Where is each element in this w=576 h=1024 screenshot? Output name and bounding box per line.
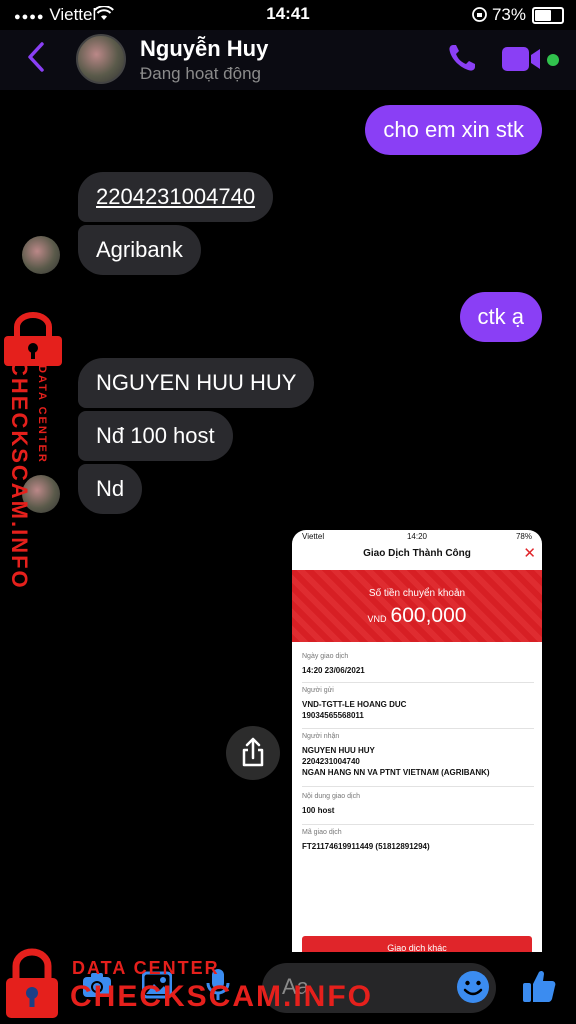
receipt-battery: 78% (515, 532, 532, 541)
battery-percent: 73% (491, 5, 526, 24)
message-bubble-received[interactable]: 2204231004740 (78, 172, 274, 222)
field-label: Mã giao dịch (302, 829, 342, 836)
watermark-vertical-text: CHECKSCAM.INFO (8, 360, 30, 590)
receipt-field: Mã giao dịch FT21174619911449 (518128912… (302, 828, 534, 858)
field-label: Ngày giao dịch (302, 653, 349, 660)
new-transaction-button: Giao dịch khác (302, 936, 532, 952)
watermark-sub-text: DATA CENTER (36, 365, 48, 464)
emoji-icon[interactable] (456, 970, 490, 1004)
receipt-field: Người nhận NGUYEN HUU HUY 2204231004740 … (302, 732, 534, 787)
message-bubble-received[interactable]: Nd (78, 464, 143, 514)
online-indicator (547, 54, 559, 66)
message-bubble-received[interactable]: Agribank (78, 225, 201, 275)
battery-icon (532, 7, 564, 24)
receipt-field: Người gửi VND-TGTT-LE HOANG DUC 19034565… (302, 686, 534, 729)
amount-banner: Số tiền chuyển khoản VND 600,000 (292, 570, 542, 642)
field-value: 2204231004740 (302, 757, 360, 766)
watermark-main-text: CHECKSCAM.INFO (8, 360, 30, 590)
receipt-field: Nội dung giao dịch 100 host (302, 792, 534, 825)
contact-status: Đang hoạt động (140, 64, 261, 83)
field-value: 14:20 23/06/2021 (302, 666, 365, 675)
message-bubble-received[interactable]: Nđ 100 host (78, 411, 233, 461)
field-value: NGAN HANG NN VA PTNT VIETNAM (AGRIBANK) (302, 768, 490, 777)
watermark-bottom-text: CHECKSCAM.INFO (70, 980, 373, 1013)
currency-label: VND (367, 614, 387, 624)
field-value: VND-TGTT-LE HOANG DUC (302, 700, 407, 709)
field-value: FT21174619911449 (51812891294) (302, 842, 430, 851)
field-label: Người gửi (302, 687, 334, 694)
transfer-receipt-image[interactable]: Viettel 14:20 78% Giao Dịch Thành Công ✕… (292, 530, 542, 952)
watermark-bottom-lock-icon (6, 948, 58, 1018)
message-bubble-sent[interactable]: cho em xin stk (365, 105, 542, 155)
amount-label: Số tiền chuyển khoản (368, 588, 466, 599)
message-bubble-received[interactable]: NGUYEN HUU HUY (78, 358, 315, 408)
sender-avatar[interactable] (22, 236, 60, 274)
watermark-bottom-subtext: DATA CENTER (72, 958, 220, 978)
receipt-status-bar: Viettel 14:20 78% (292, 530, 542, 544)
phone-call-icon[interactable] (446, 42, 478, 74)
contact-avatar[interactable] (76, 34, 126, 84)
message-bubble-sent[interactable]: ctk ạ (459, 292, 542, 342)
field-value: NGUYEN HUU HUY (302, 746, 375, 755)
share-button[interactable] (226, 726, 280, 780)
status-bar: ●●●● Viettel 14:41 73% (0, 0, 576, 30)
receipt-time: 14:20 (406, 532, 428, 541)
amount-value: VND 600,000 (292, 604, 542, 628)
share-icon (242, 737, 264, 767)
close-icon: ✕ (523, 545, 536, 562)
field-label: Nội dung giao dịch (302, 793, 360, 800)
video-call-icon[interactable] (502, 46, 542, 72)
field-label: Người nhận (302, 733, 340, 740)
like-thumb-icon[interactable] (522, 968, 556, 1004)
receipt-title: Giao Dịch Thành Công (363, 548, 471, 559)
amount-number: 600,000 (390, 604, 467, 627)
field-value: 100 host (302, 806, 335, 815)
field-value: 19034565568011 (302, 711, 364, 720)
status-time: 14:41 (266, 4, 310, 23)
back-arrow-icon[interactable] (24, 40, 48, 74)
receipt-field: Ngày giao dịch 14:20 23/06/2021 (302, 652, 534, 683)
contact-name[interactable]: Nguyễn Huy (140, 36, 268, 62)
rotation-lock-icon (472, 7, 487, 22)
watermark-vertical-subtext: DATA CENTER (36, 365, 48, 464)
conversation-header: Nguyễn Huy Đang hoạt động (0, 30, 576, 90)
